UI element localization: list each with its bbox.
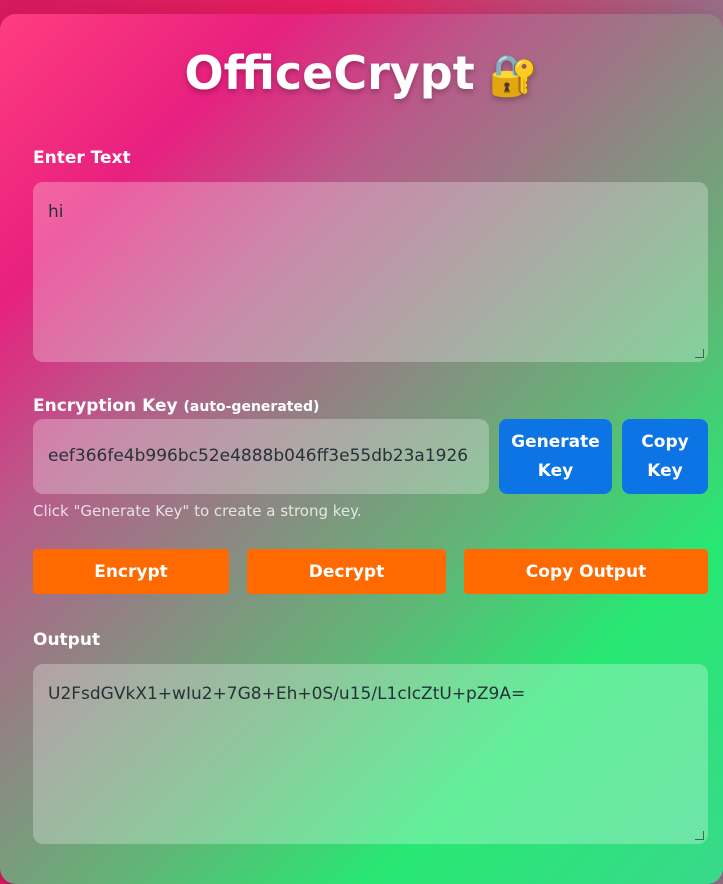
decrypt-label: Decrypt: [308, 561, 385, 582]
decrypt-button[interactable]: Decrypt: [247, 549, 446, 594]
encrypt-label: Encrypt: [94, 561, 168, 582]
output-label: Output: [33, 630, 101, 650]
encrypt-button[interactable]: Encrypt: [33, 549, 229, 594]
key-label-text: Encryption Key: [33, 396, 178, 416]
input-textarea[interactable]: hi: [33, 182, 708, 362]
input-text: hi: [48, 202, 64, 222]
generate-key-button[interactable]: Generate Key: [499, 419, 612, 494]
app-title: OfficeCrypt 🔐: [0, 46, 723, 100]
resize-handle-icon[interactable]: [695, 349, 704, 358]
key-input[interactable]: eef366fe4b996bc52e4888b046ff3e55db23a192…: [33, 419, 489, 494]
lock-icon: 🔐: [488, 53, 539, 99]
generate-key-label: Generate Key: [511, 431, 600, 481]
copy-key-button[interactable]: Copy Key: [622, 419, 708, 494]
resize-handle-icon[interactable]: [695, 831, 704, 840]
output-text: U2FsdGVkX1+wIu2+7G8+Eh+0S/u15/L1cIcZtU+p…: [48, 684, 526, 704]
key-hint: Click "Generate Key" to create a strong …: [33, 502, 362, 520]
copy-output-label: Copy Output: [525, 561, 647, 582]
key-label: Encryption Key (auto-generated): [33, 396, 319, 416]
copy-key-label: Copy Key: [641, 431, 689, 481]
key-label-suffix: (auto-generated): [183, 399, 320, 415]
app-title-text: OfficeCrypt: [184, 46, 475, 100]
input-label: Enter Text: [33, 148, 131, 168]
output-textarea[interactable]: U2FsdGVkX1+wIu2+7G8+Eh+0S/u15/L1cIcZtU+p…: [33, 664, 708, 844]
copy-output-button[interactable]: Copy Output: [464, 549, 708, 594]
